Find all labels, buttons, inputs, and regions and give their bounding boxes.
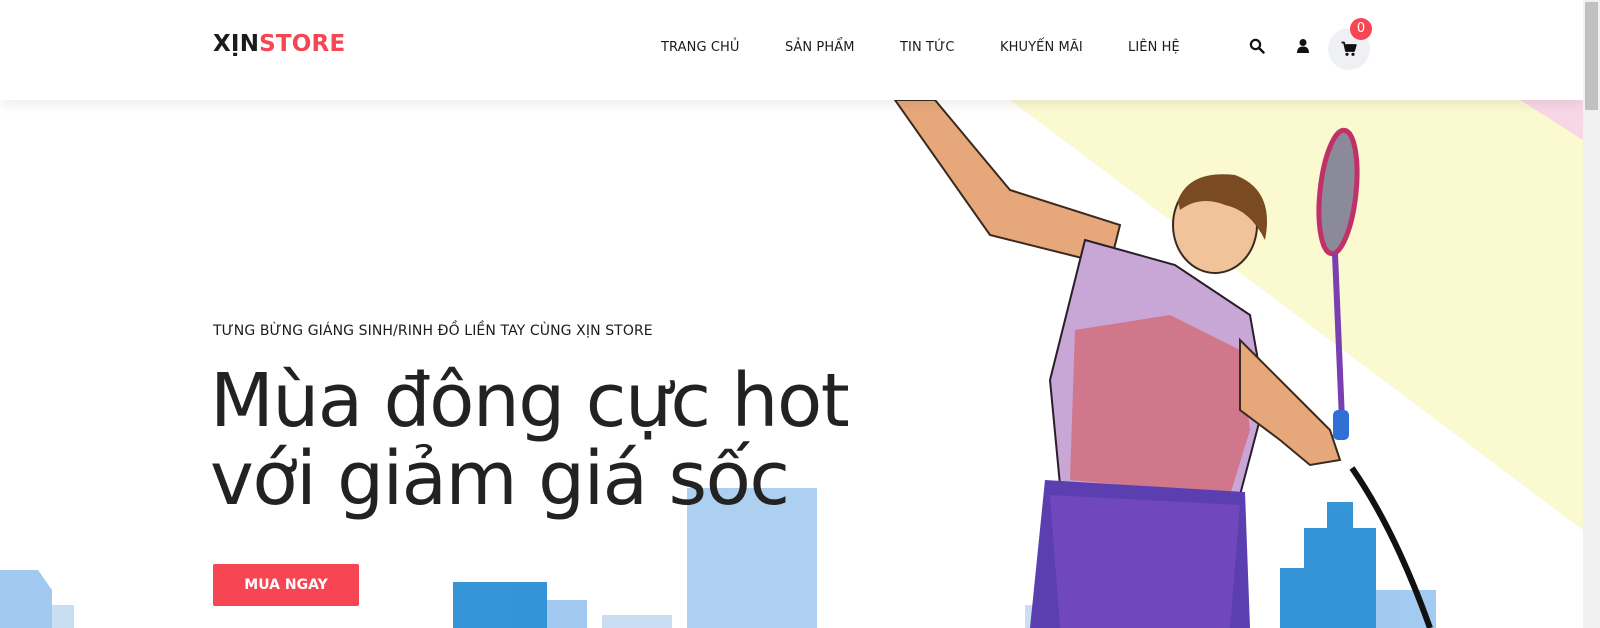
nav-item-promotions[interactable]: KHUYẾN MÃI	[1000, 40, 1083, 55]
nav-item-news[interactable]: TIN TỨC	[900, 40, 955, 55]
logo-part-store: STORE	[259, 31, 346, 57]
site-header: XỊNSTORE TRANG CHỦ SẢN PHẨM TIN TỨC KHUY…	[0, 0, 1583, 100]
cart-count-badge: 0	[1350, 18, 1372, 40]
cart-icon	[1341, 41, 1357, 56]
page-scrollbar[interactable]	[1583, 0, 1600, 628]
hero-title-line-1: Mùa đông cực hot	[210, 358, 850, 444]
nav-item-home[interactable]: TRANG CHỦ	[661, 40, 740, 55]
nav-item-contact[interactable]: LIÊN HỆ	[1128, 40, 1180, 55]
hero-title: Mùa đông cực hot với giảm giá sốc	[210, 362, 970, 518]
brand-logo[interactable]: XỊNSTORE	[213, 31, 345, 57]
logo-part-xin: XỊN	[213, 31, 260, 57]
scrollbar-thumb[interactable]	[1585, 2, 1598, 110]
user-icon[interactable]	[1296, 38, 1314, 56]
nav-item-products[interactable]: SẢN PHẨM	[785, 40, 855, 55]
buy-now-button[interactable]: MUA NGAY	[213, 564, 359, 606]
hero-title-line-2: với giảm giá sốc	[210, 436, 790, 522]
hero-subtitle: TƯNG BỪNG GIÁNG SINH/RINH ĐỒ LIỀN TAY CÙ…	[213, 323, 653, 339]
search-icon[interactable]	[1249, 38, 1267, 56]
